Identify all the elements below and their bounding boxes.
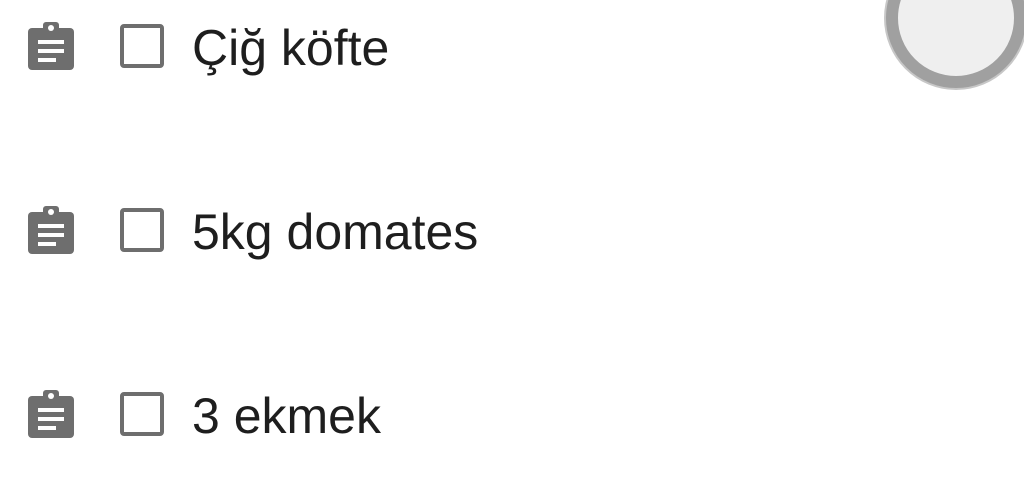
item-label: Çiğ köfte <box>192 20 390 76</box>
list-item[interactable]: Çiğ köfte <box>0 0 880 100</box>
clipboard-icon[interactable] <box>25 204 77 256</box>
shopping-list: Çiğ köfte 5kg domates 3 ekmek <box>0 0 1024 500</box>
clipboard-icon[interactable] <box>25 388 77 440</box>
item-checkbox[interactable] <box>120 24 164 68</box>
item-checkbox[interactable] <box>120 208 164 252</box>
item-checkbox[interactable] <box>120 392 164 436</box>
clipboard-icon[interactable] <box>25 20 77 72</box>
item-label: 3 ekmek <box>192 388 381 444</box>
list-item[interactable]: 3 ekmek <box>0 368 880 468</box>
item-label: 5kg domates <box>192 204 479 260</box>
list-item[interactable]: 5kg domates <box>0 184 880 284</box>
